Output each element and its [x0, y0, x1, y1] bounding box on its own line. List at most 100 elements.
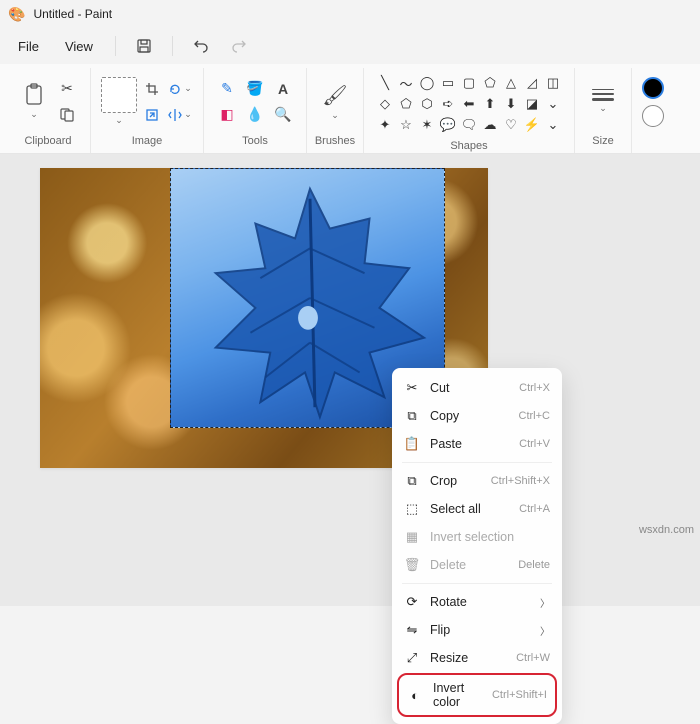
context-menu: ✂ Cut Ctrl+X ⧉ Copy Ctrl+C 📋 Paste Ctrl+… — [392, 368, 562, 724]
shape-arrow-down[interactable]: ⬇ — [502, 95, 520, 113]
ctx-crop[interactable]: ⧉ Crop Ctrl+Shift+X — [396, 467, 558, 495]
eraser-tool[interactable]: ◧ — [214, 102, 240, 128]
ctx-cut[interactable]: ✂ Cut Ctrl+X — [396, 374, 558, 402]
group-label-tools: Tools — [242, 133, 268, 151]
shape-callout-cloud[interactable]: ☁ — [481, 116, 499, 134]
shape-callout-oval[interactable]: 🗨 — [460, 116, 478, 134]
size-button[interactable]: ⌄ — [585, 76, 621, 128]
undo-button[interactable] — [185, 30, 217, 62]
pencil-tool[interactable]: ✎ — [214, 76, 240, 102]
cut-button[interactable]: ✂ — [54, 76, 80, 102]
brushes-button[interactable]: 🖌 ⌄ — [317, 76, 353, 128]
app-icon: 🎨 — [8, 6, 25, 23]
shape-callout-round[interactable]: 💬 — [439, 116, 457, 134]
undo-icon — [193, 38, 209, 54]
paste-button[interactable]: ⌄ — [16, 76, 52, 128]
ctx-flip[interactable]: ⇋ Flip 〉 — [396, 616, 558, 644]
shape-roundrect[interactable]: ▢ — [460, 74, 478, 92]
picker-tool[interactable]: 💧 — [242, 102, 268, 128]
text-icon: A — [278, 81, 288, 97]
ctx-paste[interactable]: 📋 Paste Ctrl+V — [396, 430, 558, 458]
magnifier-icon: 🔍 — [274, 106, 291, 123]
size-icon — [589, 89, 617, 101]
shapes-gallery[interactable]: ╲ 〜 ◯ ▭ ▢ ⬠ △ ◿ ◫ ◇ ⬠ ⬡ ➪ ⬅ ⬆ ⬇ ◪ ⌄ ✦ ☆ — [374, 72, 564, 136]
shape-fill[interactable]: ◪ — [523, 95, 541, 113]
ctx-resize[interactable]: ⤢ Resize Ctrl+W — [396, 644, 558, 672]
save-button[interactable] — [128, 30, 160, 62]
paste-icon — [24, 83, 44, 107]
copy-icon: ⧉ — [404, 408, 420, 424]
redo-button[interactable] — [223, 30, 255, 62]
chevron-right-icon: 〉 — [540, 623, 550, 638]
ribbon: ⌄ ✂ Clipboard ⌄ ⌄ ⌄ — [0, 64, 700, 154]
ctx-invert-selection[interactable]: ▦ Invert selection — [396, 523, 558, 551]
shape-expand[interactable]: ⌄ — [544, 116, 562, 134]
save-icon — [136, 38, 152, 54]
chevron-down-icon: ⌄ — [331, 110, 339, 121]
shape-outline[interactable]: ◫ — [544, 74, 562, 92]
group-shapes: ╲ 〜 ◯ ▭ ▢ ⬠ △ ◿ ◫ ◇ ⬠ ⬡ ➪ ⬅ ⬆ ⬇ ◪ ⌄ ✦ ☆ — [364, 68, 575, 153]
copy-button[interactable] — [54, 102, 80, 128]
group-label-brushes: Brushes — [315, 133, 355, 151]
rotate-button[interactable]: ⌄ — [167, 76, 193, 102]
copy-icon — [60, 108, 74, 122]
crop-button[interactable] — [139, 76, 165, 102]
ctx-invert-color[interactable]: ◐ Invert color Ctrl+Shift+I — [399, 675, 555, 715]
text-tool[interactable]: A — [270, 76, 296, 102]
shape-rect[interactable]: ▭ — [439, 74, 457, 92]
fill-tool[interactable]: 🪣 — [242, 76, 268, 102]
menu-view[interactable]: View — [55, 33, 103, 60]
select-all-icon: ⬚ — [404, 501, 420, 517]
menubar: File View — [0, 28, 700, 64]
shape-star6[interactable]: ✶ — [418, 116, 436, 134]
flip-button[interactable]: ⌄ — [167, 102, 193, 128]
shape-line[interactable]: ╲ — [376, 74, 394, 92]
shape-oval[interactable]: ◯ — [418, 74, 436, 92]
color-secondary[interactable] — [642, 105, 664, 127]
redo-icon — [231, 38, 247, 54]
magnifier-tool[interactable]: 🔍 — [270, 102, 296, 128]
shape-more[interactable]: ⌄ — [544, 95, 562, 113]
shape-arrow-up[interactable]: ⬆ — [481, 95, 499, 113]
shape-arrow-left[interactable]: ⬅ — [460, 95, 478, 113]
color-primary[interactable] — [642, 77, 664, 99]
shape-polygon[interactable]: ⬠ — [481, 74, 499, 92]
shape-pentagon[interactable]: ⬠ — [397, 95, 415, 113]
shape-right-triangle[interactable]: ◿ — [523, 74, 541, 92]
menu-divider — [172, 36, 173, 56]
chevron-right-icon: 〉 — [540, 595, 550, 610]
invert-color-icon: ◐ — [407, 688, 423, 703]
crop-icon: ⧉ — [404, 473, 420, 489]
shape-heart[interactable]: ♡ — [502, 116, 520, 134]
delete-icon: 🗑 — [404, 557, 420, 573]
shape-hexagon[interactable]: ⬡ — [418, 95, 436, 113]
chevron-down-icon: ⌄ — [184, 83, 192, 94]
ctx-delete[interactable]: 🗑 Delete Delete — [396, 551, 558, 579]
shape-arrow-right[interactable]: ➪ — [439, 95, 457, 113]
shape-lightning[interactable]: ⚡ — [523, 116, 541, 134]
ctx-rotate[interactable]: ⟳ Rotate 〉 — [396, 588, 558, 616]
rotate-icon: ⟳ — [404, 594, 420, 610]
group-image: ⌄ ⌄ ⌄ Image — [91, 68, 204, 153]
ctx-copy[interactable]: ⧉ Copy Ctrl+C — [396, 402, 558, 430]
invert-selection-icon: ▦ — [404, 529, 420, 545]
group-label-colors — [651, 133, 654, 151]
shape-star4[interactable]: ✦ — [376, 116, 394, 134]
shape-star5[interactable]: ☆ — [397, 116, 415, 134]
shape-triangle[interactable]: △ — [502, 74, 520, 92]
chevron-down-icon: ⌄ — [599, 103, 607, 114]
shape-diamond[interactable]: ◇ — [376, 95, 394, 113]
select-button[interactable] — [101, 77, 137, 113]
chevron-down-icon: ⌄ — [30, 109, 38, 120]
titlebar: 🎨 Untitled - Paint — [0, 0, 700, 28]
window-title: Untitled - Paint — [33, 7, 112, 21]
group-tools: ✎ ◧ 🪣 💧 A 🔍 Tools — [204, 68, 307, 153]
menu-file[interactable]: File — [8, 33, 49, 60]
group-clipboard: ⌄ ✂ Clipboard — [6, 68, 91, 153]
shape-curve[interactable]: 〜 — [397, 74, 415, 92]
menu-divider — [115, 36, 116, 56]
crop-icon — [145, 82, 159, 96]
scissors-icon: ✂ — [61, 80, 73, 97]
resize-button[interactable] — [139, 102, 165, 128]
ctx-select-all[interactable]: ⬚ Select all Ctrl+A — [396, 495, 558, 523]
